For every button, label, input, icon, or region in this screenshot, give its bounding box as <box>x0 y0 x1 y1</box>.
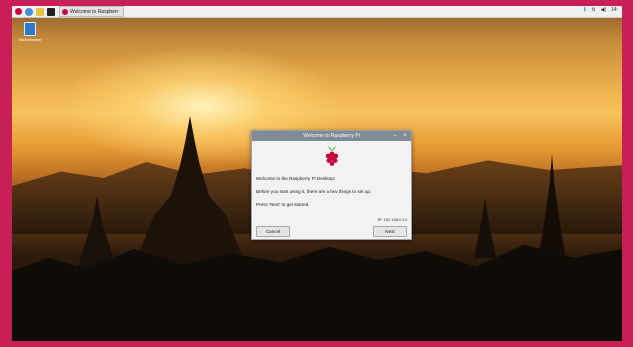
setup-intro-text: Before you start using it, there are a f… <box>256 189 372 194</box>
desktop-trash[interactable]: Wastebasket <box>18 22 42 42</box>
dialog-title: Welcome to Raspberry Pi <box>303 133 360 139</box>
raspberry-pi-menu-icon[interactable] <box>15 8 22 15</box>
globe-icon[interactable] <box>25 7 33 16</box>
taskbar-window-title: Welcome to Raspberr <box>70 8 119 15</box>
system-tray: ᛒ ⇅ ◀) 14: <box>583 7 618 13</box>
cancel-button[interactable]: Cancel <box>256 226 290 237</box>
bluetooth-icon[interactable]: ᛒ <box>583 7 586 13</box>
folder-icon[interactable] <box>36 7 44 16</box>
next-button[interactable]: Next <box>373 226 407 237</box>
welcome-dialog: Welcome to Raspberry Pi – × Welcome to t… <box>251 130 412 240</box>
minimize-button[interactable]: – <box>390 131 400 141</box>
trash-label: Wastebasket <box>18 37 42 42</box>
trash-icon <box>24 22 36 36</box>
ip-address: IP: 192.168.0.14 <box>377 217 407 222</box>
taskbar-window-button[interactable]: Welcome to Raspberr <box>59 6 125 17</box>
raspberry-pi-logo-icon <box>325 146 339 166</box>
raspberry-pi-icon <box>62 8 68 15</box>
network-icon[interactable]: ⇅ <box>591 7 595 13</box>
terminal-icon[interactable] <box>47 7 55 16</box>
volume-icon[interactable]: ◀) <box>601 7 607 13</box>
taskbar: Welcome to Raspberr ᛒ ⇅ ◀) 14: <box>12 6 622 18</box>
get-started-text: Press 'Next' to get started. <box>256 202 310 207</box>
desktop-screen: Welcome to Raspberr ᛒ ⇅ ◀) 14: Wastebask… <box>12 6 622 341</box>
clock[interactable]: 14: <box>611 7 618 13</box>
close-button[interactable]: × <box>400 131 410 141</box>
welcome-text: Welcome to the Raspberry Pi Desktop! <box>256 176 336 181</box>
dialog-title-bar[interactable]: Welcome to Raspberry Pi – × <box>252 131 411 141</box>
